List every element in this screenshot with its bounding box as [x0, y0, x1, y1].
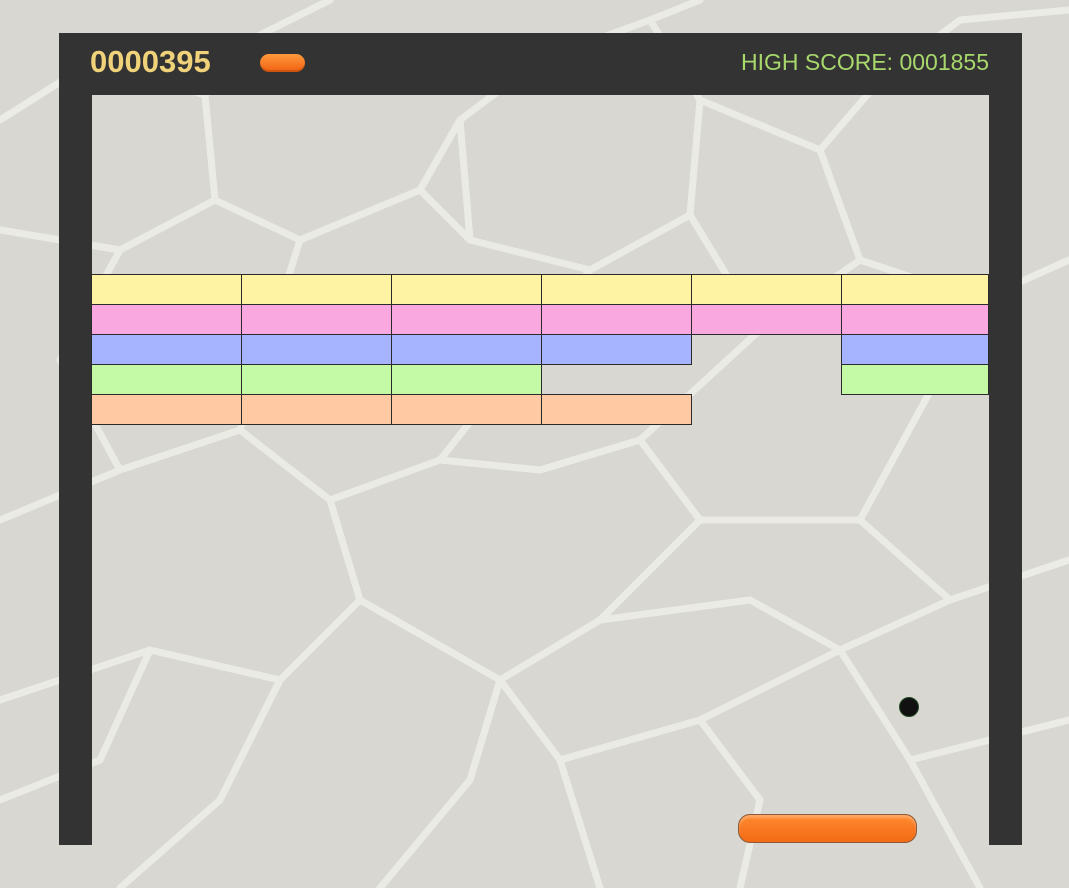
brick	[91, 274, 242, 305]
brick	[841, 334, 989, 365]
lives-indicator	[260, 54, 311, 72]
brick	[241, 334, 392, 365]
brick	[241, 394, 392, 425]
brick	[541, 304, 692, 335]
brick	[691, 304, 842, 335]
left-wall	[59, 33, 92, 845]
brick	[391, 394, 542, 425]
brick	[91, 334, 242, 365]
brick	[391, 304, 542, 335]
play-field[interactable]	[91, 95, 989, 845]
brick	[391, 334, 542, 365]
brick	[391, 274, 542, 305]
brick	[841, 304, 989, 335]
brick	[841, 274, 989, 305]
brick	[241, 364, 392, 395]
life-paddle-icon	[260, 54, 305, 72]
brick	[541, 334, 692, 365]
brick	[691, 274, 842, 305]
high-score-display: HIGH SCORE: 0001855	[740, 49, 989, 75]
score-display: 0000395	[90, 44, 211, 79]
brick	[91, 394, 242, 425]
brick	[391, 364, 542, 395]
brick	[91, 364, 242, 395]
ball	[899, 697, 919, 717]
brick	[541, 274, 692, 305]
right-wall	[989, 33, 1022, 845]
brick	[541, 394, 692, 425]
brick	[241, 304, 392, 335]
brick	[841, 364, 989, 395]
paddle[interactable]	[738, 814, 917, 843]
brick	[241, 274, 392, 305]
brick	[91, 304, 242, 335]
